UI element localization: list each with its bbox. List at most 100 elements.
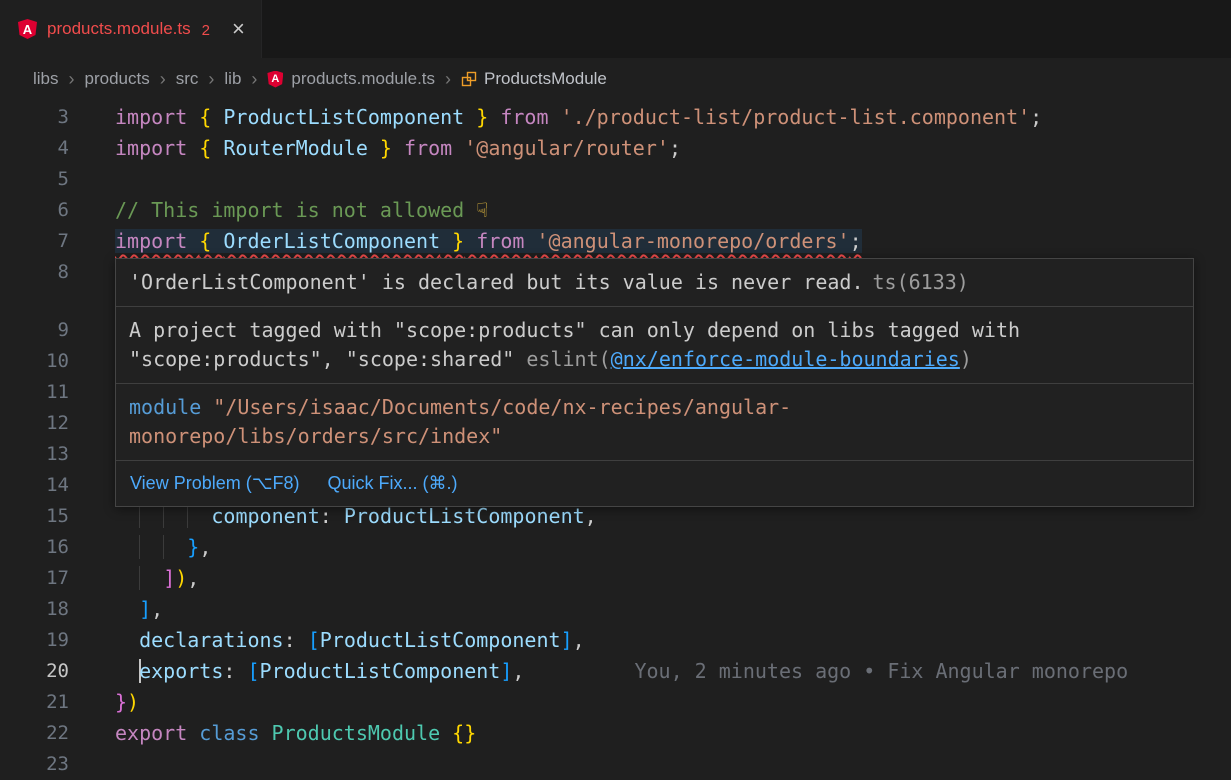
code-token: , [187, 566, 199, 590]
code-token: { [199, 136, 223, 160]
view-problem-action[interactable]: View Problem (⌥F8) [130, 469, 299, 498]
line-number: 3 [0, 102, 69, 133]
code-content: }, [69, 532, 211, 563]
code-token: import [115, 229, 199, 253]
code-token [115, 597, 139, 621]
breadcrumb-item-src[interactable]: src [176, 69, 199, 89]
breadcrumb-item-file[interactable]: products.module.ts [291, 69, 435, 89]
code-content: ], [69, 594, 163, 625]
code-token: ) [127, 690, 139, 714]
code-content: exports: [ProductListComponent],You, 2 m… [69, 656, 1128, 687]
code-content [69, 408, 115, 439]
code-token: } [440, 229, 464, 253]
code-token: , [573, 628, 585, 652]
eslint-rule-link[interactable]: @nx/enforce-module-boundaries [611, 347, 960, 371]
code-line[interactable]: 20 exports: [ProductListComponent],You, … [0, 656, 1231, 687]
code-content: declarations: [ProductListComponent], [69, 625, 585, 656]
line-number: 15 [0, 501, 69, 532]
breadcrumb-item-products[interactable]: products [85, 69, 150, 89]
code-token: , [512, 659, 524, 683]
line-number: 7 [0, 226, 69, 257]
code-token [115, 659, 139, 683]
code-token: , [199, 535, 211, 559]
code-content [69, 346, 115, 377]
code-token: ] [139, 597, 151, 621]
code-content [69, 377, 115, 408]
code-token: , [585, 504, 597, 528]
code-content: }) [69, 687, 139, 718]
code-token: import [115, 136, 199, 160]
code-line[interactable]: 17 ]), [0, 563, 1231, 594]
breadcrumb-chevron-icon: › [251, 69, 257, 90]
breadcrumb-item-libs[interactable]: libs [33, 69, 59, 89]
close-tab-icon[interactable]: × [232, 18, 245, 40]
module-keyword: module [129, 395, 201, 419]
hover-ts-diagnostic: 'OrderListComponent' is declared but its… [116, 259, 1193, 307]
code-line[interactable]: 22export class ProductsModule {} [0, 718, 1231, 749]
quick-fix-action[interactable]: Quick Fix... (⌘.) [327, 469, 457, 498]
code-token: from [392, 136, 464, 160]
code-line[interactable]: 7import { OrderListComponent } from '@an… [0, 226, 1231, 257]
line-number: 13 [0, 439, 69, 470]
indent-guide [187, 504, 211, 528]
module-line1: module"/Users/isaac/Documents/code/nx-re… [129, 393, 1180, 422]
code-line[interactable]: 6// This import is not allowed ☟ [0, 195, 1231, 226]
code-line[interactable]: 19 declarations: [ProductListComponent], [0, 625, 1231, 656]
editor-tab-products-module[interactable]: A products.module.ts 2 × [0, 0, 262, 58]
vscode-window: A products.module.ts 2 × libs › products… [0, 0, 1231, 780]
code-token: ProductListComponent [260, 659, 501, 683]
eslint-message-line2-text: "scope:products", "scope:shared" [129, 347, 526, 371]
code-token: ) [175, 566, 187, 590]
code-content: export class ProductsModule {} [69, 718, 476, 749]
hover-eslint-diagnostic: A project tagged with "scope:products" c… [116, 307, 1193, 384]
eslint-source-open: eslint( [526, 347, 610, 371]
pointing-down-emoji: ☟ [476, 198, 488, 222]
code-token: } [115, 690, 127, 714]
code-line[interactable]: 5 [0, 164, 1231, 195]
line-number: 22 [0, 718, 69, 749]
indent-guide [163, 535, 187, 559]
class-symbol-icon [461, 71, 477, 87]
code-token: './product-list/product-list.component' [561, 105, 1031, 129]
code-token: ] [561, 628, 573, 652]
git-blame-annotation: You, 2 minutes ago • Fix Angular monorep… [634, 659, 1128, 683]
line-number: 14 [0, 470, 69, 501]
code-token: [ [247, 659, 259, 683]
breadcrumb-item-symbol[interactable]: ProductsModule [484, 69, 607, 89]
code-line[interactable]: 3import { ProductListComponent } from '.… [0, 102, 1231, 133]
line-number: 19 [0, 625, 69, 656]
module-line2: monorepo/libs/orders/src/index" [129, 422, 1180, 451]
line-number: 21 [0, 687, 69, 718]
line-number: 4 [0, 133, 69, 164]
line-number: 23 [0, 749, 69, 780]
code-content: ]), [69, 563, 199, 594]
code-token: {} [452, 721, 476, 745]
hover-module-info: module"/Users/isaac/Documents/code/nx-re… [116, 384, 1193, 461]
code-line[interactable]: 18 ], [0, 594, 1231, 625]
indent-guide [139, 504, 163, 528]
code-line[interactable]: 4import { RouterModule } from '@angular/… [0, 133, 1231, 164]
code-line[interactable]: 23 [0, 749, 1231, 780]
indent-guide [139, 535, 163, 559]
indent-guide [163, 504, 187, 528]
code-token: ; [1030, 105, 1042, 129]
code-line[interactable]: 21}) [0, 687, 1231, 718]
tab-bar: A products.module.ts 2 × [0, 0, 1231, 58]
code-token: , [151, 597, 163, 621]
breadcrumb-item-lib[interactable]: lib [224, 69, 241, 89]
breadcrumb-chevron-icon: › [208, 69, 214, 90]
ts-diagnostic-message: 'OrderListComponent' is declared but its… [129, 270, 864, 294]
code-content: import { OrderListComponent } from '@ang… [69, 226, 862, 257]
eslint-source-close: ) [960, 347, 972, 371]
hover-tooltip: 'OrderListComponent' is declared but its… [115, 258, 1194, 507]
line-number: 17 [0, 563, 69, 594]
code-token: declarations [139, 628, 284, 652]
code-token: from [488, 105, 560, 129]
line-number: 20 [0, 656, 69, 687]
code-token: RouterModule [223, 136, 368, 160]
code-line[interactable]: 16 }, [0, 532, 1231, 563]
code-token: } [187, 535, 199, 559]
code-token: '@angular-monorepo/orders' [536, 229, 849, 253]
code-token: } [464, 105, 488, 129]
line-number: 16 [0, 532, 69, 563]
